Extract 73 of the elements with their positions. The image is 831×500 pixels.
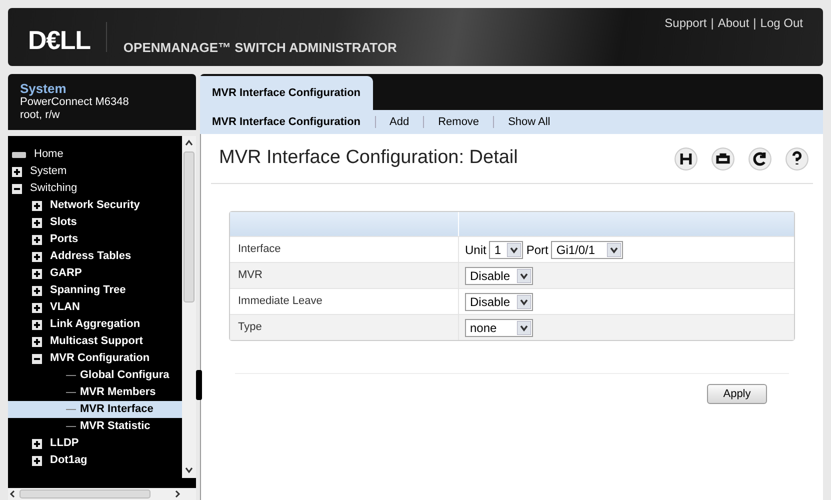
chevron-down-icon	[517, 294, 531, 308]
chevron-down-icon	[607, 242, 622, 256]
apply-button[interactable]: Apply	[707, 384, 767, 404]
separator: |	[753, 15, 756, 32]
expand-icon[interactable]	[32, 438, 42, 448]
system-title: System	[20, 82, 68, 96]
collapse-icon[interactable]	[32, 354, 42, 364]
horizontal-scrollbar[interactable]	[8, 488, 196, 500]
expand-icon[interactable]	[32, 200, 42, 210]
unit-label: Unit	[465, 242, 486, 258]
separator: |	[710, 15, 714, 32]
tree-item[interactable]: MVR Members	[80, 384, 156, 401]
expand-icon[interactable]	[32, 218, 42, 228]
subnav-link[interactable]: MVR Interface Configuration	[212, 114, 361, 130]
tree-item[interactable]: System	[30, 163, 67, 180]
user-role: root, r/w	[20, 109, 61, 122]
tree-item[interactable]: Global Configura	[80, 367, 170, 384]
tree-item[interactable]: Multicast Support	[50, 333, 143, 350]
page-title: MVR Interface Configuration: Detail	[219, 146, 518, 170]
chevron-down-icon	[517, 320, 531, 334]
expand-icon[interactable]	[32, 320, 42, 330]
subnav-link[interactable]: Show All	[508, 114, 550, 130]
expand-icon[interactable]	[32, 336, 42, 346]
field-label: Interface	[238, 242, 281, 258]
expand-icon[interactable]	[32, 234, 42, 244]
save-icon[interactable]	[674, 146, 698, 170]
field-label: Immediate Leave	[238, 294, 322, 310]
tree-item[interactable]: Address Tables	[50, 248, 132, 265]
expand-icon[interactable]	[32, 252, 42, 262]
dropdown-field[interactable]: Gi1/0/1	[551, 240, 624, 258]
tree-item[interactable]: Switching	[30, 180, 78, 197]
header-link[interactable]: Support	[664, 14, 707, 32]
field-label: MVR	[238, 268, 262, 284]
print-icon[interactable]	[711, 146, 735, 170]
tree-item[interactable]: MVR Configuration	[50, 350, 150, 367]
tree-item[interactable]: Network Security	[50, 197, 140, 214]
app-title: OPENMANAGE™ SWITCH ADMINISTRATOR	[123, 39, 397, 57]
expand-icon[interactable]	[32, 302, 42, 312]
dropdown-field[interactable]: none	[465, 318, 533, 336]
dropdown-field[interactable]: Disable	[465, 292, 533, 310]
header-link[interactable]: About	[718, 14, 750, 32]
tree-item[interactable]: MVR Statistic	[80, 418, 150, 435]
header-link[interactable]: Log Out	[760, 14, 803, 32]
tab[interactable]: MVR Interface Configuration	[200, 76, 373, 110]
vertical-scrollbar[interactable]	[182, 136, 196, 478]
device-model: PowerConnect M6348	[20, 96, 130, 109]
tree-item[interactable]: Home	[34, 146, 64, 163]
collapse-icon[interactable]	[12, 184, 22, 194]
tree-item[interactable]: VLAN	[50, 299, 80, 316]
logo: D€LL	[28, 24, 90, 57]
tree-item[interactable]: Slots	[50, 214, 77, 231]
expand-icon[interactable]	[32, 456, 42, 466]
chevron-down-icon	[507, 242, 522, 256]
dropdown-field[interactable]: 1	[489, 240, 524, 258]
tree-item[interactable]: Spanning Tree	[50, 282, 126, 299]
subnav-link[interactable]: Add	[390, 114, 410, 130]
tree-item[interactable]: Ports	[50, 231, 78, 248]
port-label: Port	[526, 242, 548, 258]
dropdown-field[interactable]: Disable	[465, 266, 533, 284]
field-label: Type	[238, 320, 262, 336]
subnav-link[interactable]: Remove	[438, 114, 480, 130]
expand-icon[interactable]	[12, 166, 22, 176]
splitter-handle[interactable]	[196, 370, 202, 400]
tree-item[interactable]: GARP	[50, 265, 82, 282]
expand-icon[interactable]	[32, 268, 42, 278]
home-bar-icon	[12, 152, 26, 158]
expand-icon[interactable]	[32, 286, 42, 296]
refresh-icon[interactable]	[748, 146, 772, 170]
help-icon[interactable]	[785, 146, 809, 170]
chevron-down-icon	[517, 268, 531, 282]
tree-item[interactable]: Dot1ag	[50, 452, 88, 469]
tree-item[interactable]: LLDP	[50, 435, 79, 452]
tree-item[interactable]: Link Aggregation	[50, 316, 140, 333]
